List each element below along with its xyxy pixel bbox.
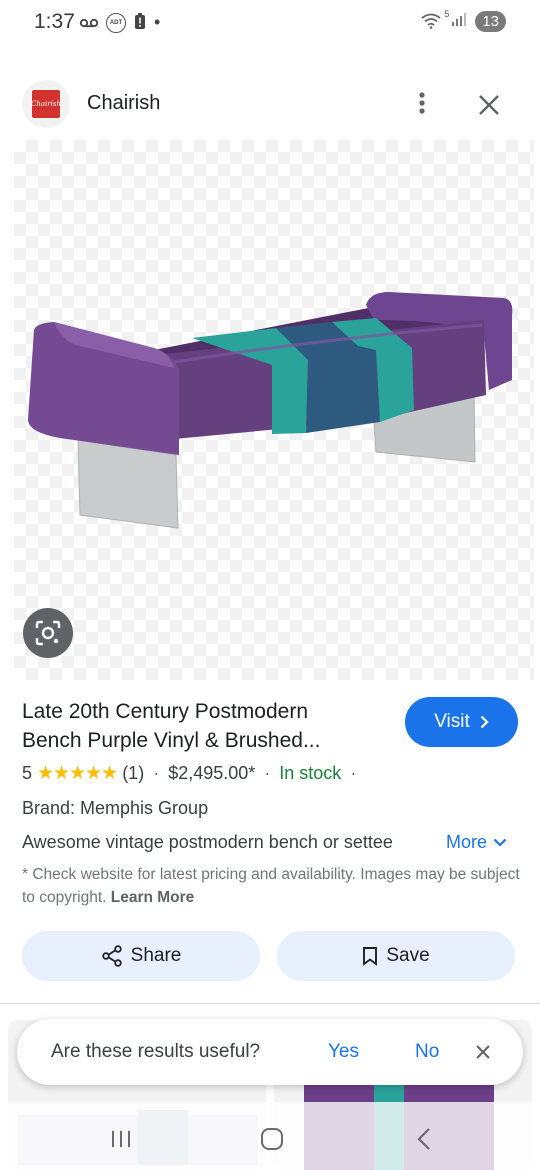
separator-dot: ·	[153, 763, 160, 783]
system-nav-bar	[0, 1102, 540, 1170]
notification-count-badge: 13	[475, 11, 506, 32]
close-button[interactable]	[472, 88, 506, 122]
stock-status: In stock	[279, 763, 342, 783]
chevron-right-icon	[480, 715, 489, 729]
dot-icon: •	[154, 12, 161, 32]
description-text: Awesome vintage postmodern bench or sett…	[22, 832, 393, 852]
bench-illustration	[28, 292, 513, 529]
rating-value: 5	[22, 763, 33, 783]
section-divider	[0, 1003, 540, 1004]
more-button[interactable]: More	[446, 832, 507, 853]
save-label: Save	[386, 945, 430, 966]
chevron-down-icon	[493, 838, 507, 847]
disclaimer-text: * Check website for latest pricing and a…	[22, 866, 520, 906]
status-time: 1:37	[34, 10, 75, 33]
wifi-icon: 5	[421, 9, 449, 31]
product-image[interactable]	[14, 140, 534, 680]
close-icon	[476, 1045, 490, 1059]
share-icon	[101, 945, 122, 967]
separator-dot: ·	[350, 763, 357, 783]
wifi-band-label: 5	[444, 8, 450, 19]
home-button[interactable]	[252, 1122, 292, 1156]
lens-icon	[35, 620, 61, 646]
learn-more-link[interactable]: Learn More	[111, 889, 195, 906]
visit-button[interactable]: Visit	[405, 697, 518, 747]
signal-icon	[451, 11, 467, 32]
status-icons-right: 5 13	[421, 9, 506, 32]
feedback-prompt: Are these results useful? Yes No	[17, 1019, 523, 1085]
status-icons-left: ADT •	[79, 12, 161, 33]
home-icon	[261, 1128, 283, 1150]
product-title-line2: Bench Purple Vinyl & Brushed...	[22, 729, 321, 752]
recent-apps-button[interactable]	[101, 1122, 141, 1156]
more-label: More	[446, 832, 488, 852]
description-row: Awesome vintage postmodern bench or sett…	[22, 832, 518, 853]
disclaimer: * Check website for latest pricing and a…	[22, 863, 522, 909]
feedback-dismiss-button[interactable]	[463, 1032, 503, 1072]
review-count: (1)	[122, 763, 145, 783]
google-lens-button[interactable]	[23, 608, 73, 658]
close-icon	[479, 95, 499, 115]
share-button[interactable]: Share	[22, 931, 260, 981]
battery-alert-icon	[134, 12, 146, 33]
feedback-no-button[interactable]: No	[415, 1041, 439, 1063]
voicemail-icon	[79, 15, 99, 31]
feedback-question: Are these results useful?	[51, 1041, 261, 1062]
product-title-line1: Late 20th Century Postmodern	[22, 700, 309, 723]
back-button[interactable]	[404, 1122, 444, 1156]
more-vert-icon	[419, 92, 425, 114]
more-options-button[interactable]	[407, 88, 437, 118]
star-rating-icons: ★★★★★	[37, 763, 118, 784]
site-logo-mark: Chairish	[31, 90, 61, 118]
recent-apps-icon	[112, 1131, 130, 1147]
visit-label: Visit	[434, 711, 470, 732]
source-header: Chairish Chairish	[0, 70, 540, 136]
site-logo[interactable]: Chairish	[22, 80, 70, 128]
site-name[interactable]: Chairish	[87, 92, 160, 115]
price: $2,495.00*	[168, 763, 256, 783]
save-button[interactable]: Save	[277, 931, 515, 981]
back-icon	[417, 1128, 430, 1150]
bookmark-icon	[363, 947, 378, 966]
product-title[interactable]: Late 20th Century Postmodern Bench Purpl…	[22, 697, 392, 755]
brand-label: Brand: Memphis Group	[22, 798, 209, 818]
share-label: Share	[130, 945, 182, 966]
adt-icon: ADT	[106, 12, 126, 33]
status-bar: 1:37 ADT • 5 13	[0, 0, 540, 44]
feedback-yes-button[interactable]: Yes	[328, 1041, 359, 1063]
separator-dot: ·	[264, 763, 271, 783]
rating-row: 5 ★★★★★ (1) · $2,495.00* · In stock ·	[22, 762, 365, 785]
